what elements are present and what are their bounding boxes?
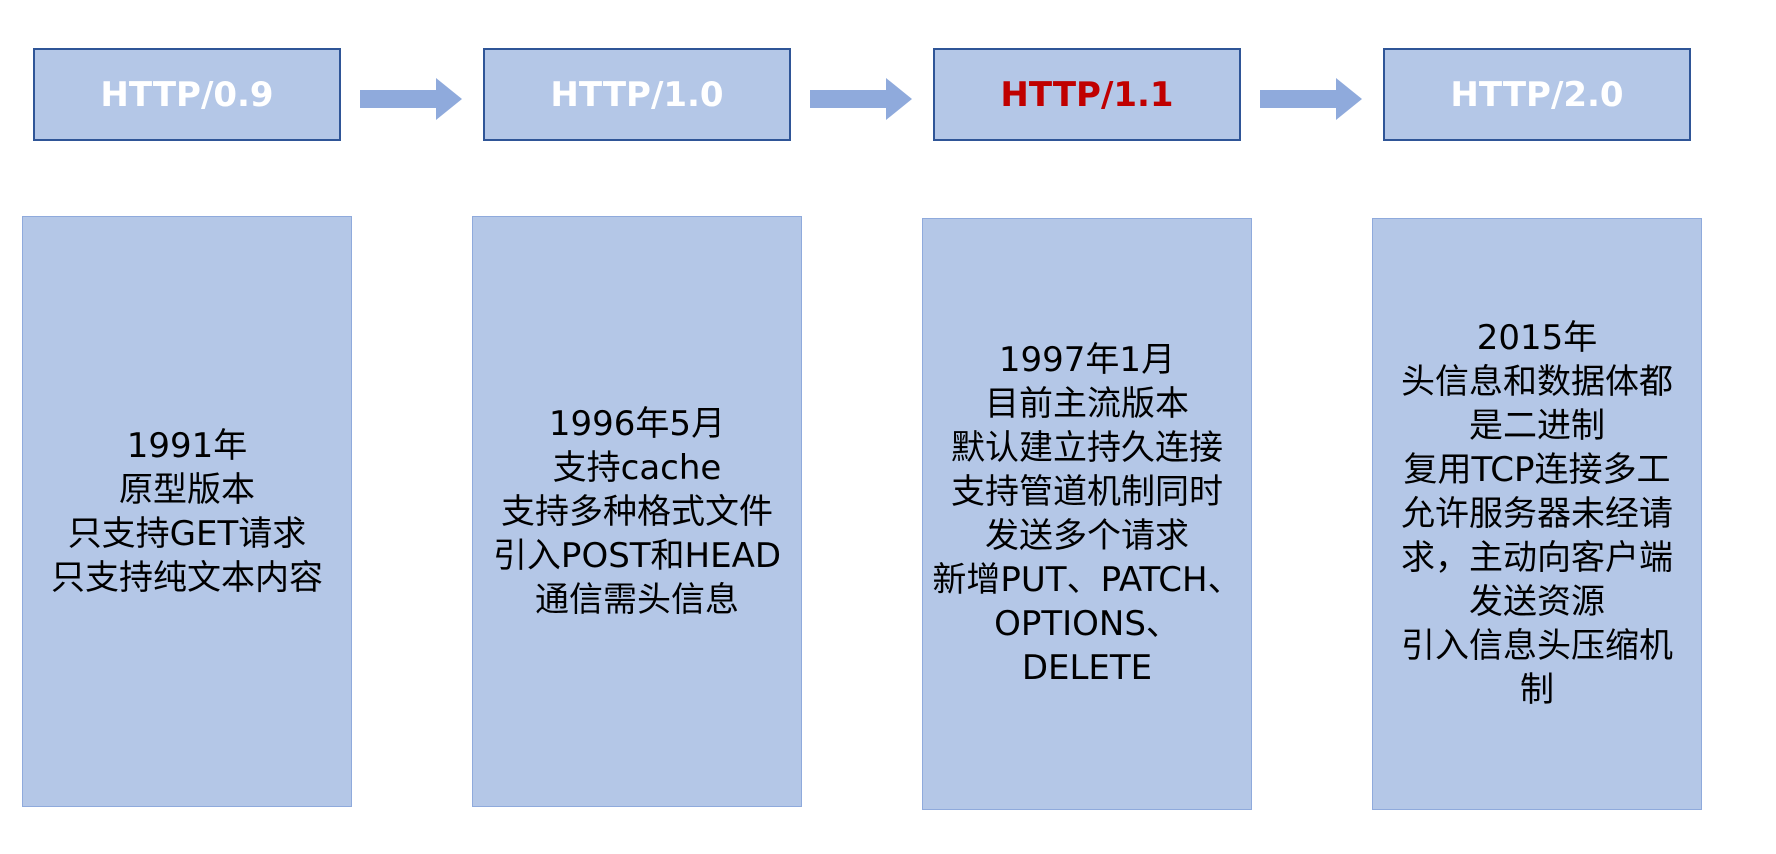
- description-line: 允许服务器未经请: [1401, 494, 1673, 534]
- version-box-http-2-0: HTTP/2.0: [1383, 48, 1691, 141]
- description-line: 原型版本: [119, 469, 255, 510]
- description-box-http-1-0: 1996年5月 支持cache 支持多种格式文件 引入POST和HEAD 通信需…: [472, 216, 802, 807]
- description-line: 引入POST和HEAD: [492, 535, 782, 576]
- version-label: HTTP/0.9: [100, 74, 274, 115]
- version-label: HTTP/2.0: [1450, 74, 1624, 115]
- description-box-http-0-9: 1991年 原型版本 只支持GET请求 只支持纯文本内容: [22, 216, 352, 807]
- description-line: 通信需头信息: [535, 579, 739, 620]
- version-label: HTTP/1.1: [1000, 74, 1174, 115]
- version-label: HTTP/1.0: [550, 74, 724, 115]
- description-line: 只支持纯文本内容: [51, 557, 323, 598]
- description-line: 2015年: [1476, 318, 1598, 358]
- right-arrow-icon: [360, 78, 462, 120]
- description-line: 只支持GET请求: [67, 513, 307, 554]
- description-line: 1991年: [126, 425, 248, 466]
- description-line: OPTIONS、DELETE: [994, 604, 1180, 688]
- description-line: 发送多个请求: [985, 516, 1189, 556]
- description-box-http-2-0: 2015年 头信息和数据体都 是二进制 复用TCP连接多工 允许服务器未经请 求…: [1372, 218, 1702, 810]
- right-arrow-icon: [810, 78, 912, 120]
- description-line: 引入信息头压缩机: [1401, 626, 1673, 666]
- right-arrow-icon: [1260, 78, 1362, 120]
- description-line: 新增PUT、PATCH、: [932, 560, 1242, 600]
- description-line: 默认建立持久连接: [951, 428, 1223, 468]
- version-box-http-1-1: HTTP/1.1: [933, 48, 1241, 141]
- description-line: 目前主流版本: [985, 384, 1189, 424]
- description-line: 是二进制: [1469, 406, 1605, 446]
- version-box-http-0-9: HTTP/0.9: [33, 48, 341, 141]
- description-line: 头信息和数据体都: [1401, 362, 1673, 402]
- description-line: 求，主动向客户端: [1401, 538, 1673, 578]
- description-line: 1997年1月: [998, 340, 1176, 380]
- description-box-http-1-1: 1997年1月 目前主流版本 默认建立持久连接 支持管道机制同时 发送多个请求 …: [922, 218, 1252, 810]
- description-line: 支持管道机制同时: [951, 472, 1223, 512]
- version-box-http-1-0: HTTP/1.0: [483, 48, 791, 141]
- description-line: 制: [1520, 670, 1554, 710]
- description-line: 1996年5月: [548, 403, 726, 444]
- description-line: 支持多种格式文件: [501, 491, 773, 532]
- description-line: 发送资源: [1469, 582, 1605, 622]
- description-line: 复用TCP连接多工: [1403, 450, 1671, 490]
- description-line: 支持cache: [552, 447, 722, 488]
